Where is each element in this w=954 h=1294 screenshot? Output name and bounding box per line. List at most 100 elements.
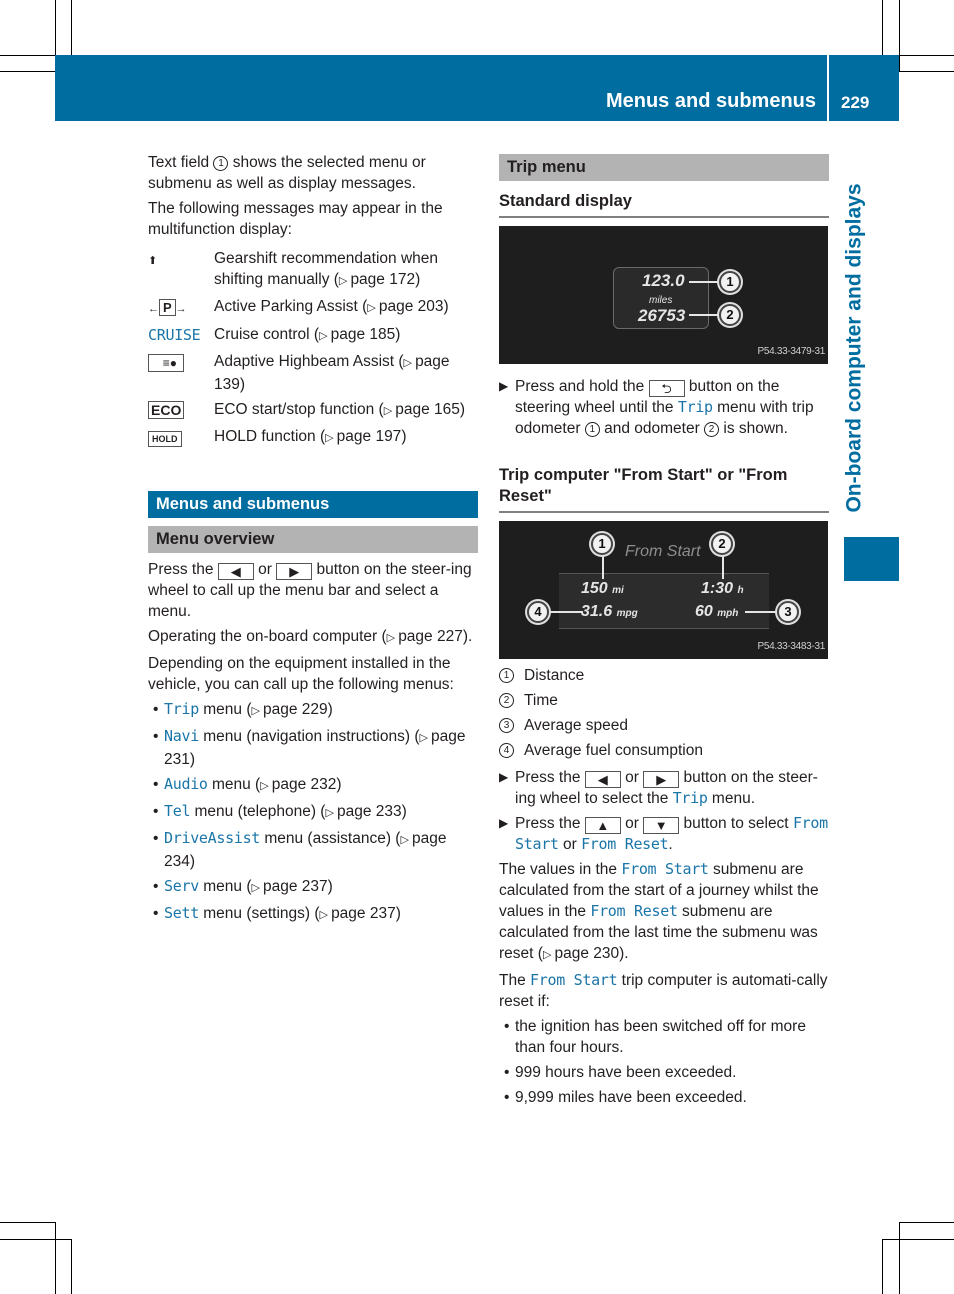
- callout-marker: 2: [704, 422, 720, 437]
- page-link[interactable]: page 237: [331, 905, 396, 922]
- adaptive-highbeam-icon: ≡●: [148, 354, 184, 372]
- list-item: the ignition has been switched off for m…: [499, 1016, 829, 1058]
- page-link[interactable]: page 229: [263, 701, 328, 718]
- page-ref-icon: ▷: [338, 275, 351, 287]
- callout-leader: [549, 611, 583, 613]
- page-number: 229: [841, 93, 870, 112]
- list-item: Trip menu (▷ page 229): [148, 699, 478, 722]
- callout-leader: [689, 281, 719, 283]
- crop-mark: [899, 1222, 900, 1294]
- step-arrow-icon: ▶: [499, 816, 509, 830]
- menu-list: Trip menu (▷ page 229) Navi menu (naviga…: [148, 699, 478, 926]
- page-link[interactable]: page 203: [379, 298, 444, 315]
- trip-odometer-value: 123.0: [642, 271, 685, 290]
- left-column: Text field 1 shows the selected menu or …: [148, 152, 478, 930]
- page-ref-icon: ▷: [325, 432, 337, 444]
- paragraph: The values in the From Start submenu are…: [499, 860, 819, 962]
- page-ref-icon: ▷: [386, 632, 399, 644]
- callout-3: 3: [777, 601, 799, 623]
- message-item: ⬆ Gearshift recommendation when shifting…: [148, 250, 439, 288]
- subsection-heading: Standard display: [499, 191, 829, 218]
- message-item: ECO ECO start/stop function (▷ page 165): [148, 399, 478, 422]
- menu-name: Sett: [164, 904, 199, 922]
- legend-item: 1 Distance: [499, 665, 829, 686]
- legend-item: 3 Average speed: [499, 715, 829, 736]
- message-item: ≡● Adaptive Highbeam Assist (▷ page 139): [148, 351, 478, 395]
- section-heading: Menus and submenus: [148, 491, 478, 518]
- section-heading: Trip menu: [499, 154, 829, 181]
- crop-mark: [882, 1239, 883, 1294]
- right-button-icon: ▶: [643, 771, 680, 788]
- message-item: HOLD HOLD function (▷ page 197): [148, 426, 478, 449]
- callout-marker: 1: [213, 156, 229, 171]
- list-item: 999 hours have been exceeded.: [499, 1062, 829, 1083]
- page-link[interactable]: page 230: [554, 945, 619, 962]
- eco-icon: ECO: [148, 401, 185, 419]
- up-button-icon: ▲: [584, 817, 621, 834]
- menu-name: Audio: [164, 775, 208, 793]
- page-link[interactable]: page 172: [350, 271, 415, 288]
- page-link[interactable]: page 237: [263, 878, 328, 895]
- list-item: DriveAssist menu (assistance) (▷ page 23…: [148, 828, 478, 872]
- left-button-icon: ◀: [584, 771, 621, 788]
- callout-marker: 1: [584, 422, 600, 437]
- list-item: Sett menu (settings) (▷ page 237): [148, 903, 478, 926]
- left-button-icon: ◀: [217, 563, 254, 580]
- page-link[interactable]: page 165: [395, 401, 460, 418]
- crop-mark: [899, 1222, 954, 1223]
- right-button-icon: ▶: [276, 563, 313, 580]
- paragraph: Press the ◀ or ▶ button on the steer-ing…: [148, 561, 472, 620]
- callout-2: 2: [719, 304, 741, 326]
- gearshift-up-arrow-icon: ⬆: [148, 255, 158, 267]
- list-item: 9,999 miles have been exceeded.: [499, 1087, 829, 1108]
- display-title: From Start: [625, 543, 701, 560]
- hold-icon: HOLD: [148, 431, 182, 447]
- subsection-heading: Trip computer "From Start" or "From Rese…: [499, 465, 829, 513]
- trip-computer-image: From Start 150 mi 1:30 h 31.6 mpg 60 mph…: [499, 521, 828, 659]
- reset-conditions-list: the ignition has been switched off for m…: [499, 1016, 829, 1108]
- time-value: 1:30 h: [701, 580, 744, 597]
- step-arrow-icon: ▶: [499, 379, 509, 393]
- intro-paragraph: The following messages may appear in the…: [148, 200, 443, 238]
- legend-item: 2 Time: [499, 690, 829, 711]
- paragraph: Operating the on-board computer (▷ page …: [148, 628, 473, 645]
- list-item: Tel menu (telephone) (▷ page 233): [148, 801, 478, 824]
- image-code: P54.33-3483-31: [757, 641, 825, 652]
- page-ref-icon: ▷: [319, 330, 331, 342]
- page-link[interactable]: page 232: [272, 776, 337, 793]
- standard-display-image: 123.0 miles 26753 1 2 P54.33-3479-31: [499, 226, 828, 364]
- intro-paragraph: Text field 1 shows the selected menu or …: [148, 154, 426, 192]
- page-title: Menus and submenus: [605, 90, 816, 112]
- chapter-tab: On-board computer and displays: [826, 170, 882, 526]
- page-ref-icon: ▷: [542, 949, 555, 961]
- chapter-tab-label: On-board computer and displays: [842, 183, 866, 513]
- list-item: Navi menu (navigation instructions) (▷ p…: [148, 726, 478, 770]
- callout-4: 4: [527, 601, 549, 623]
- header-divider: [827, 55, 829, 121]
- right-column: Trip menu Standard display 123.0 miles 2…: [499, 154, 829, 1112]
- submenu-name: From Reset: [581, 835, 669, 853]
- page-link[interactable]: page 227: [398, 628, 463, 645]
- cruise-icon: CRUISE: [148, 326, 201, 344]
- callout-leader: [689, 314, 719, 316]
- page-link[interactable]: page 185: [331, 326, 396, 343]
- page-ref-icon: ▷: [383, 405, 396, 417]
- fuel-value: 31.6 mpg: [581, 603, 638, 620]
- distance-value: 150 mi: [581, 580, 624, 597]
- crop-mark: [0, 55, 55, 56]
- callout-1: 1: [719, 271, 741, 293]
- menu-name: DriveAssist: [164, 829, 261, 847]
- page-link[interactable]: page 197: [337, 428, 402, 445]
- step-arrow-icon: ▶: [499, 770, 509, 784]
- menu-name: Trip: [164, 700, 199, 718]
- page-link[interactable]: page 233: [337, 803, 402, 820]
- crop-mark: [899, 0, 900, 71]
- subsection-heading: Menu overview: [148, 526, 478, 553]
- legend-item: 4 Average fuel consumption: [499, 740, 829, 761]
- page-ref-icon: ▷: [325, 807, 337, 819]
- back-button-icon: ⮌: [648, 380, 685, 397]
- list-item: Serv menu (▷ page 237): [148, 876, 478, 899]
- crop-mark: [899, 71, 954, 72]
- paragraph: The From Start trip computer is automati…: [499, 971, 828, 1010]
- instruction-step: ▶ Press and hold the ⮌ button on the ste…: [499, 378, 814, 437]
